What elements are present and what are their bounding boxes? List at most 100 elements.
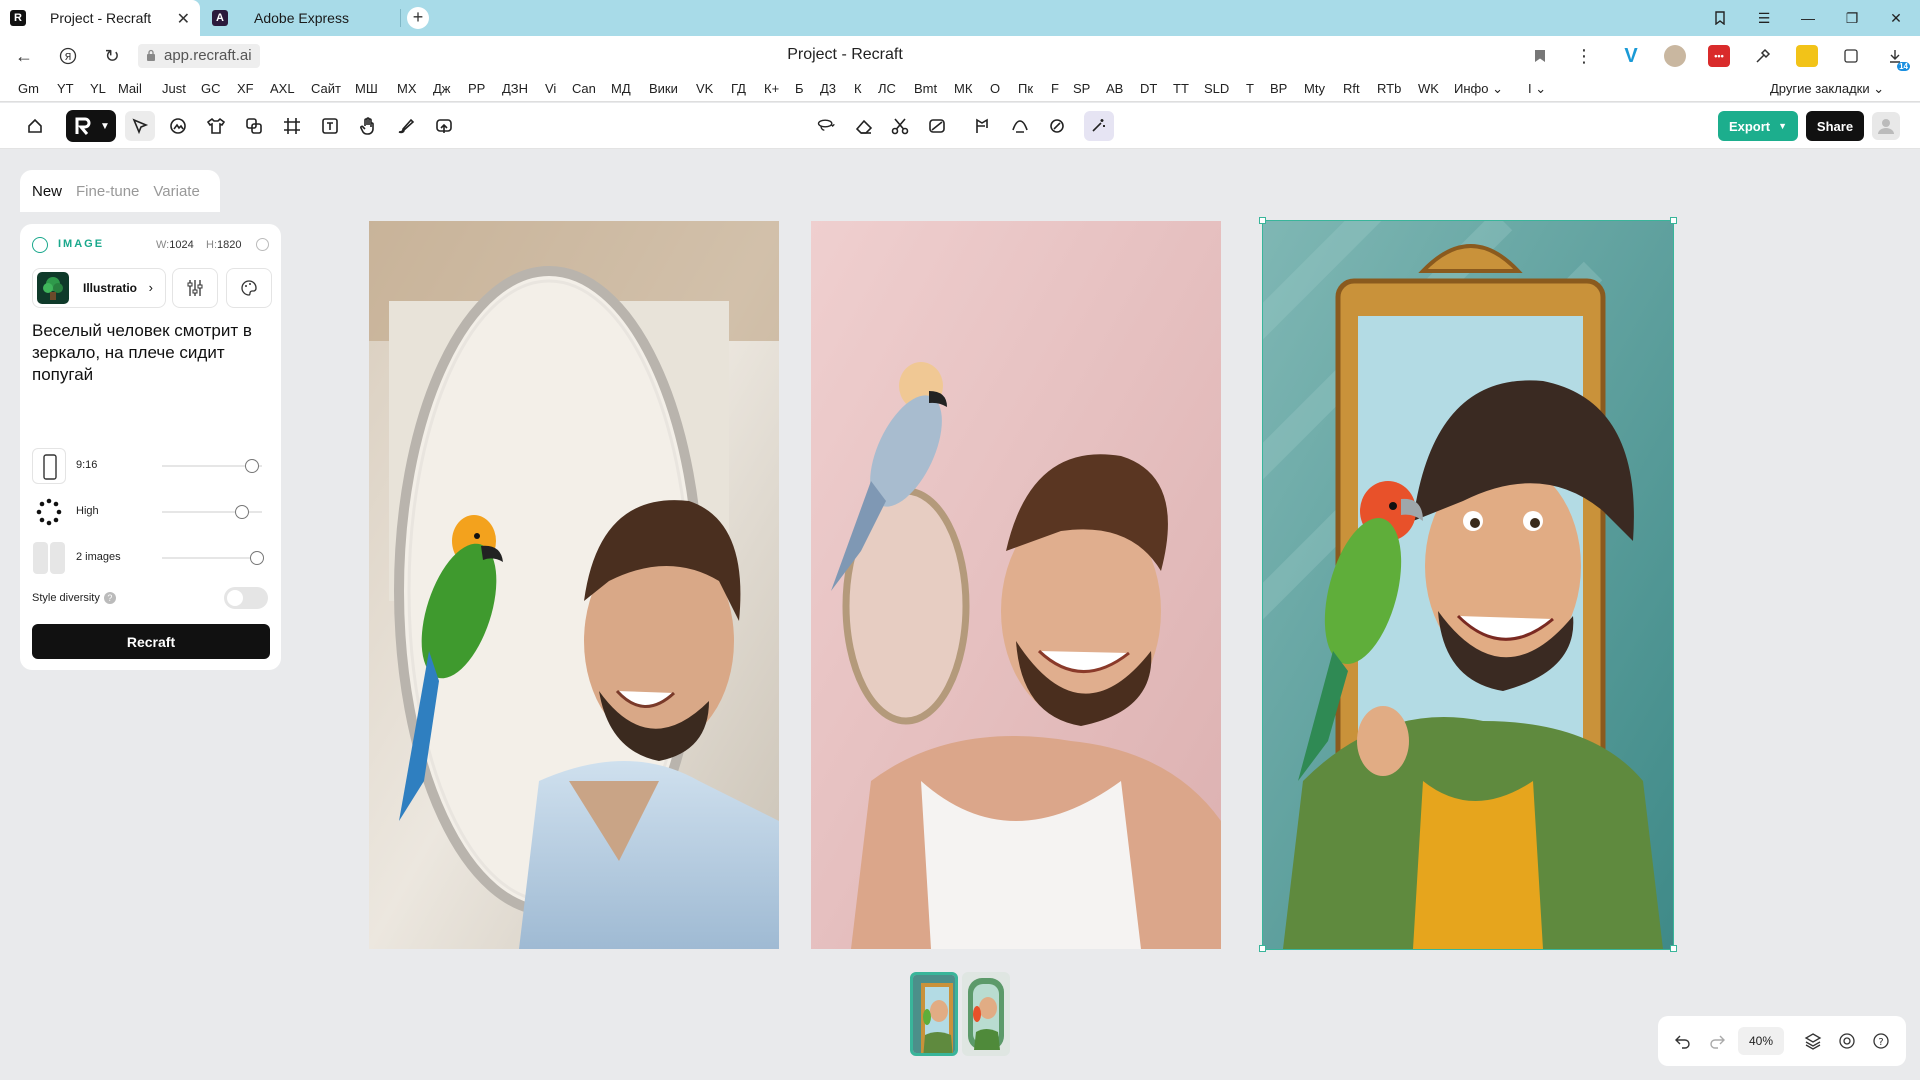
bookmarks-icon[interactable] <box>1698 0 1742 36</box>
bookmark-page-icon[interactable] <box>1528 44 1552 68</box>
bookmark-item[interactable]: GC <box>201 81 221 96</box>
bookmark-folder-i[interactable]: I ⌄ <box>1528 81 1546 97</box>
lastpass-extension-icon[interactable]: ••• <box>1708 45 1730 67</box>
vectorize-icon[interactable] <box>1042 111 1072 141</box>
bookmark-item[interactable]: Bmt <box>914 81 937 96</box>
bookmark-item[interactable]: АВ <box>1106 81 1123 96</box>
scissors-icon[interactable] <box>885 111 915 141</box>
redo-icon[interactable] <box>1706 1030 1728 1052</box>
bookmark-item[interactable]: РР <box>468 81 485 96</box>
tab-variate[interactable]: Variate <box>153 183 199 200</box>
translate-extension-icon[interactable] <box>1840 45 1862 67</box>
eraser-icon[interactable] <box>849 111 879 141</box>
style-selector-button[interactable]: Illustratio › <box>32 268 166 308</box>
help-icon[interactable]: ? <box>103 592 116 604</box>
bookmark-item[interactable]: Сайт <box>311 81 341 96</box>
mockup-shirt-icon[interactable] <box>201 111 231 141</box>
bookmark-item[interactable]: Rft <box>1343 81 1360 96</box>
share-button[interactable]: Share <box>1806 111 1864 141</box>
bookmark-item[interactable]: МШ <box>355 81 378 96</box>
info-icon[interactable] <box>256 238 269 251</box>
recraft-logo-menu-button[interactable]: ▼ <box>66 110 116 142</box>
bookmark-item[interactable]: Дж <box>433 81 451 96</box>
profile-extension-icon[interactable] <box>1664 45 1686 67</box>
text-tool-icon[interactable] <box>315 111 345 141</box>
user-avatar[interactable] <box>1872 112 1900 140</box>
bookmark-item[interactable]: F <box>1051 81 1059 96</box>
height-display[interactable]: H:1820 <box>206 239 241 251</box>
restore-button[interactable]: ❐ <box>1830 0 1874 36</box>
generated-image-2[interactable] <box>811 221 1221 949</box>
notes-extension-icon[interactable] <box>1796 45 1818 67</box>
creative-upscale-icon[interactable] <box>1005 111 1035 141</box>
bookmark-item[interactable]: Д3 <box>820 81 836 96</box>
hand-tool-icon[interactable] <box>353 111 383 141</box>
select-tool-icon[interactable] <box>125 111 155 141</box>
bookmark-item[interactable]: T <box>1246 81 1254 96</box>
modify-area-icon[interactable] <box>968 111 998 141</box>
vimeo-extension-icon[interactable]: V <box>1620 45 1642 67</box>
home-icon[interactable] <box>20 111 50 141</box>
bookmark-item[interactable]: VK <box>696 81 713 96</box>
brush-tool-icon[interactable] <box>391 111 421 141</box>
export-button[interactable]: Export ▼ <box>1718 111 1798 141</box>
bookmark-item[interactable]: XF <box>237 81 254 96</box>
width-display[interactable]: W:1024 <box>156 239 194 251</box>
help-circle-icon[interactable]: ? <box>1870 1030 1892 1052</box>
back-button[interactable]: ← <box>12 44 36 68</box>
bookmark-item[interactable]: Вики <box>649 81 678 96</box>
tab-fine-tune[interactable]: Fine-tune <box>76 183 139 200</box>
thumbnail-1[interactable] <box>910 972 958 1056</box>
generated-image-1[interactable] <box>369 221 779 949</box>
bookmark-item[interactable]: МХ <box>397 81 417 96</box>
palette-settings-icon[interactable] <box>1836 1030 1858 1052</box>
bookmark-item[interactable]: WK <box>1418 81 1439 96</box>
bookmark-item[interactable]: YL <box>90 81 106 96</box>
generated-image-3[interactable] <box>1263 221 1673 949</box>
quality-slider-knob[interactable] <box>235 505 249 519</box>
more-vertical-icon[interactable]: ⋮ <box>1572 44 1596 68</box>
resize-handle-top-left[interactable] <box>1259 217 1266 224</box>
resize-handle-bottom-left[interactable] <box>1259 945 1266 952</box>
resize-handle-bottom-right[interactable] <box>1670 945 1677 952</box>
bookmark-item[interactable]: YT <box>57 81 74 96</box>
layers-frame-icon[interactable] <box>239 111 269 141</box>
bookmark-item[interactable]: Can <box>572 81 596 96</box>
downloads-icon[interactable]: 14 <box>1884 45 1910 71</box>
image-count-slider-knob[interactable] <box>250 551 264 565</box>
bookmark-item[interactable]: ВР <box>1270 81 1287 96</box>
bookmark-item[interactable]: AXL <box>270 81 295 96</box>
bookmark-item[interactable]: Б <box>795 81 804 96</box>
bookmark-item[interactable]: МК <box>954 81 972 96</box>
color-palette-button[interactable] <box>226 268 272 308</box>
bookmark-item[interactable]: SLD <box>1204 81 1229 96</box>
bookmark-item[interactable]: Gm <box>18 81 39 96</box>
yandex-icon[interactable]: Я <box>56 44 80 68</box>
magic-ai-icon[interactable] <box>1084 111 1114 141</box>
bookmark-item[interactable]: МД <box>611 81 631 96</box>
tab-recraft[interactable]: R Project - Recraft ✕ <box>0 0 200 36</box>
bookmark-item[interactable]: ДЗН <box>502 81 528 96</box>
bookmark-item[interactable]: Just <box>162 81 186 96</box>
image-count-slider[interactable] <box>162 557 262 559</box>
reload-button[interactable]: ↻ <box>100 44 124 68</box>
style-diversity-toggle[interactable] <box>224 587 268 609</box>
layers-icon[interactable] <box>1802 1030 1824 1052</box>
bookmark-item[interactable]: Mty <box>1304 81 1325 96</box>
eyedropper-extension-icon[interactable] <box>1752 45 1774 67</box>
close-window-button[interactable]: ✕ <box>1874 0 1918 36</box>
bookmark-item[interactable]: К+ <box>764 81 779 96</box>
bookmark-item[interactable]: ЛС <box>878 81 896 96</box>
bookmark-item[interactable]: Mail <box>118 81 142 96</box>
bookmark-item[interactable]: Пк <box>1018 81 1033 96</box>
image-upload-icon[interactable] <box>429 111 459 141</box>
bookmark-item[interactable]: SP <box>1073 81 1090 96</box>
prompt-textarea[interactable]: Веселый человек смотрит в зеркало, на пл… <box>32 320 272 386</box>
bookmark-item[interactable]: DT <box>1140 81 1157 96</box>
lasso-tool-icon[interactable] <box>806 111 846 141</box>
url-field[interactable]: app.recraft.ai <box>138 44 260 68</box>
tab-adobe-express[interactable]: A Adobe Express <box>202 0 400 36</box>
bookmark-item[interactable]: TT <box>1173 81 1189 96</box>
frame-tool-icon[interactable] <box>277 111 307 141</box>
minimize-button[interactable]: — <box>1786 0 1830 36</box>
